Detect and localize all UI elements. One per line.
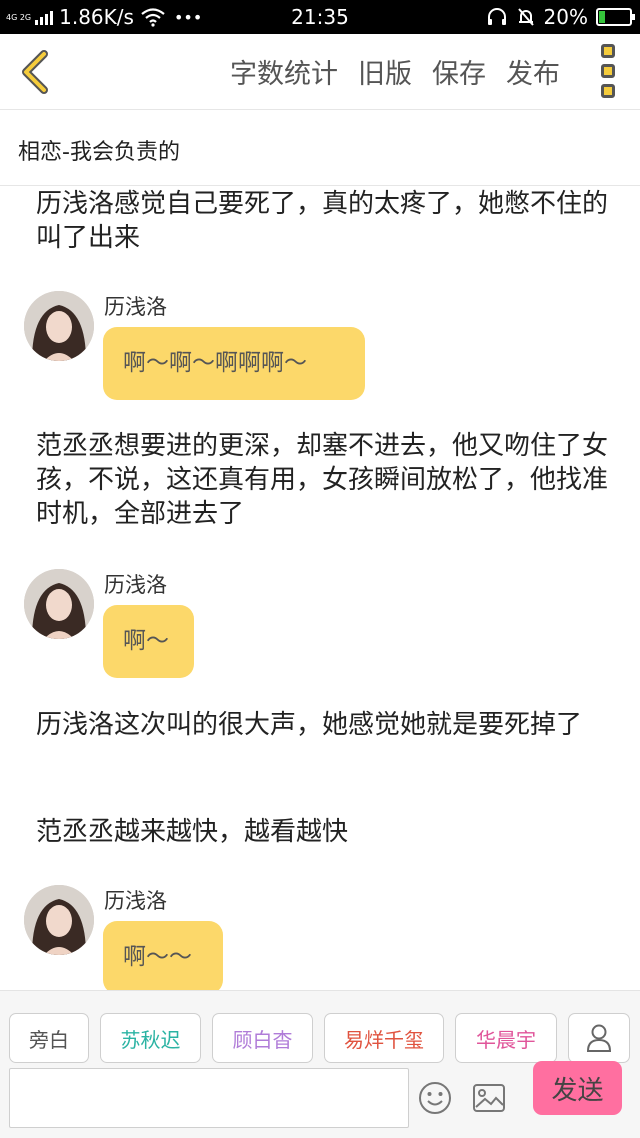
speaker-name: 历浅洛 <box>104 889 167 913</box>
headset-icon <box>487 8 506 25</box>
status-right: 20% <box>486 5 635 29</box>
save-button[interactable]: 保存 <box>432 52 486 91</box>
character-chip[interactable]: 华晨宇 <box>455 1013 557 1063</box>
battery-percent: 20% <box>543 5 588 29</box>
character-chip[interactable]: 顾白杳 <box>212 1013 313 1063</box>
menu-dot <box>601 64 615 78</box>
avatar[interactable] <box>24 291 94 361</box>
publish-button[interactable]: 发布 <box>506 52 560 91</box>
bell-muted-icon <box>517 8 534 26</box>
narration-text[interactable]: 历浅洛这次叫的很大声，她感觉她就是要死掉了 <box>36 708 610 742</box>
back-button[interactable] <box>14 48 58 96</box>
story-title-bar: 相恋-我会负责的 <box>0 110 640 186</box>
character-chip[interactable]: 易烊千玺 <box>324 1013 444 1063</box>
narration-text[interactable]: 历浅洛感觉自己要死了，真的太疼了，她憋不住的叫了出来 <box>36 187 610 255</box>
image-button[interactable] <box>472 1083 506 1113</box>
avatar[interactable] <box>24 885 94 955</box>
menu-dot <box>601 84 615 98</box>
dialogue-bubble[interactable]: 啊～～ <box>103 921 223 990</box>
story-content[interactable]: 历浅洛感觉自己要死了，真的太疼了，她憋不住的叫了出来 历浅洛 啊～啊～啊啊啊～ … <box>0 187 640 990</box>
dialogue-bubble[interactable]: 啊～啊～啊啊啊～ <box>103 327 365 400</box>
speaker-name: 历浅洛 <box>104 573 167 597</box>
character-chip-narrator[interactable]: 旁白 <box>9 1013 89 1063</box>
menu-dot <box>601 44 615 58</box>
character-selector: 旁白 苏秋迟 顾白杳 易烊千玺 华晨宇 <box>9 1013 630 1063</box>
word-count-button[interactable]: 字数统计 <box>230 52 338 91</box>
emoji-button[interactable] <box>418 1081 452 1115</box>
status-bar: 4G 2G 1.86K/s ••• 21:35 20% <box>0 0 640 34</box>
old-version-button[interactable]: 旧版 <box>358 52 412 91</box>
avatar-image <box>24 885 94 955</box>
dialogue-bubble[interactable]: 啊～ <box>103 605 194 678</box>
more-menu-button[interactable] <box>598 44 618 98</box>
character-chip-label: 苏秋迟 <box>120 1027 181 1052</box>
speaker-name: 历浅洛 <box>104 295 167 319</box>
character-chip-label: 华晨宇 <box>476 1027 536 1052</box>
message-input[interactable] <box>9 1068 409 1128</box>
character-chip-label: 易烊千玺 <box>344 1027 424 1052</box>
story-title[interactable]: 相恋-我会负责的 <box>18 134 180 166</box>
image-icon <box>473 1084 505 1112</box>
battery-level <box>599 11 605 23</box>
narration-text[interactable]: 范丞丞越来越快，越看越快 <box>36 815 610 849</box>
person-icon <box>586 1024 612 1052</box>
top-toolbar: 字数统计 旧版 保存 发布 <box>0 34 640 110</box>
toolbar-actions: 字数统计 旧版 保存 发布 <box>230 52 560 91</box>
narration-text[interactable]: 范丞丞想要进的更深，却塞不进去，他又吻住了女孩，不说，这还真有用，女孩瞬间放松了… <box>36 429 610 531</box>
add-character-button[interactable] <box>568 1013 630 1063</box>
editor-panel: 旁白 苏秋迟 顾白杳 易烊千玺 华晨宇 发送 <box>0 990 640 1138</box>
avatar-image <box>24 569 94 639</box>
emoji-icon <box>419 1082 451 1114</box>
avatar[interactable] <box>24 569 94 639</box>
send-button[interactable]: 发送 <box>533 1061 622 1115</box>
character-chip-label: 顾白杳 <box>232 1027 293 1052</box>
battery-icon <box>596 8 635 26</box>
character-chip[interactable]: 苏秋迟 <box>100 1013 201 1063</box>
avatar-image <box>24 291 94 361</box>
back-arrow-icon <box>22 50 48 94</box>
character-chip-label: 旁白 <box>29 1027 69 1052</box>
